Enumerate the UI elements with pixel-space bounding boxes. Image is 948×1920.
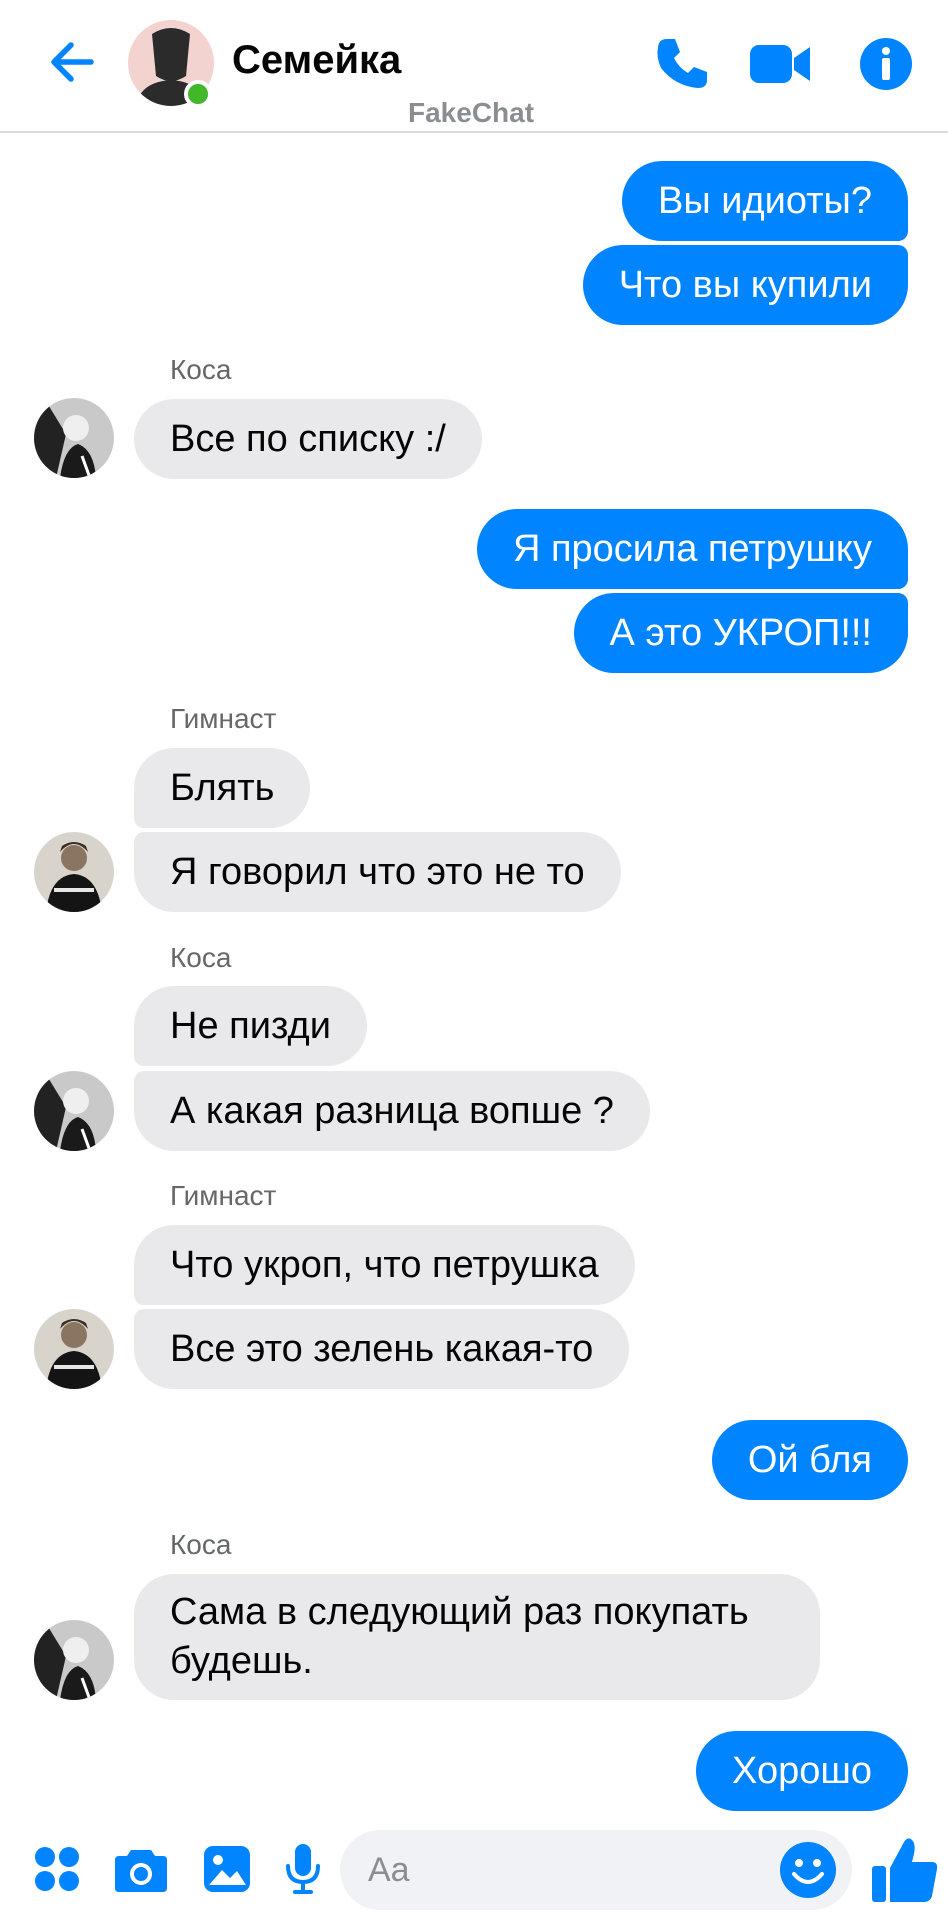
avatar-kosa[interactable]	[34, 1071, 114, 1151]
emoji-button[interactable]	[778, 1840, 838, 1900]
avatar-gimnast[interactable]	[34, 1309, 114, 1389]
info-button[interactable]	[852, 30, 920, 98]
user-avatar-icon	[34, 1309, 114, 1389]
more-actions-button[interactable]	[26, 1838, 88, 1900]
message-bubble-incoming[interactable]: Все это зелень какая-то	[134, 1309, 630, 1389]
message-composer	[0, 1820, 948, 1920]
message-bubble-incoming[interactable]: Сама в следующий раз покупать будешь.	[134, 1574, 820, 1700]
message-input[interactable]	[340, 1830, 852, 1910]
message-bubble-outgoing[interactable]: Хорошо	[696, 1731, 908, 1811]
video-call-button[interactable]	[746, 30, 814, 98]
chat-title: Семейка	[232, 38, 402, 82]
fakechat-watermark: FakeChat	[408, 97, 535, 128]
gallery-icon	[204, 1846, 250, 1892]
message-bubble-incoming[interactable]: Что укроп, что петрушка	[134, 1225, 635, 1305]
message-bubble-incoming[interactable]: Не пизди	[134, 986, 367, 1066]
menu-dots-icon	[35, 1847, 79, 1891]
user-avatar-icon	[34, 398, 114, 478]
avatar-gimnast[interactable]	[34, 832, 114, 912]
online-status-dot	[184, 80, 212, 108]
sender-name: Коса	[170, 942, 232, 973]
message-bubble-outgoing[interactable]: Я просила петрушку	[476, 509, 908, 589]
sender-name: Гимнаст	[170, 1180, 277, 1211]
send-like-button[interactable]	[870, 1834, 940, 1906]
user-avatar-icon	[34, 832, 114, 912]
message-bubble-outgoing[interactable]: Вы идиоты?	[622, 161, 908, 241]
message-bubble-incoming[interactable]: Все по списку :/	[134, 399, 482, 479]
back-button[interactable]	[40, 30, 104, 94]
sender-name: Гимнаст	[170, 703, 277, 734]
sender-name: Коса	[170, 354, 232, 385]
info-icon	[860, 38, 912, 90]
message-bubble-outgoing[interactable]: А это УКРОП!!!	[573, 593, 908, 673]
message-bubble-outgoing[interactable]: Ой бля	[711, 1420, 908, 1500]
message-bubble-outgoing[interactable]: Что вы купили	[582, 245, 908, 325]
microphone-icon	[286, 1844, 320, 1894]
gallery-button[interactable]	[196, 1838, 258, 1900]
message-bubble-incoming[interactable]: Блять	[134, 748, 311, 828]
voice-call-button[interactable]	[648, 30, 716, 98]
back-arrow-icon	[51, 42, 94, 82]
emoji-icon	[780, 1842, 836, 1898]
phone-icon	[657, 39, 707, 88]
user-avatar-icon	[34, 1071, 114, 1151]
user-avatar-icon	[34, 1620, 114, 1700]
thumbs-up-icon	[872, 1838, 938, 1902]
camera-button[interactable]	[110, 1838, 172, 1900]
sender-name: Коса	[170, 1529, 232, 1560]
avatar-kosa[interactable]	[34, 1620, 114, 1700]
video-camera-icon	[750, 45, 810, 83]
avatar-kosa[interactable]	[34, 398, 114, 478]
message-bubble-incoming[interactable]: Я говорил что это не то	[134, 832, 621, 912]
voice-message-button[interactable]	[272, 1838, 334, 1900]
chat-header: Семейка FakeChat	[0, 0, 948, 133]
message-bubble-incoming[interactable]: А какая разница вопше ?	[134, 1071, 650, 1151]
camera-icon	[115, 1850, 167, 1892]
